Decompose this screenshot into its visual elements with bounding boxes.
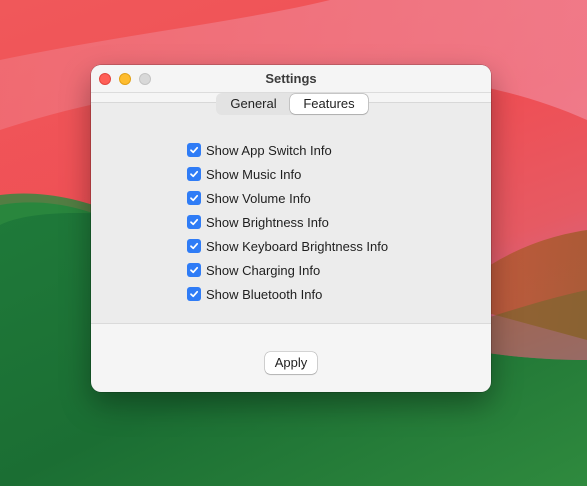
checkbox-checked[interactable] — [187, 167, 201, 181]
option-label: Show Volume Info — [206, 190, 311, 206]
checkmark-icon — [190, 242, 199, 250]
checkmark-icon — [190, 266, 199, 274]
window-titlebar[interactable]: Settings — [91, 65, 491, 93]
apply-button[interactable]: Apply — [265, 352, 317, 374]
option-label: Show Brightness Info — [206, 214, 329, 230]
option-brightness[interactable]: Show Brightness Info — [187, 210, 388, 234]
option-label: Show Keyboard Brightness Info — [206, 238, 389, 254]
checkmark-icon — [190, 290, 199, 298]
checkmark-icon — [190, 194, 199, 202]
checkbox-checked[interactable] — [187, 263, 201, 277]
tab-general[interactable]: General — [217, 94, 290, 114]
checkbox-checked[interactable] — [187, 191, 201, 205]
checkbox-checked[interactable] — [187, 239, 201, 253]
desktop-wallpaper: Settings General Features Show App Switc… — [0, 0, 587, 486]
checkmark-icon — [190, 146, 199, 154]
checkbox-checked[interactable] — [187, 143, 201, 157]
option-volume[interactable]: Show Volume Info — [187, 186, 388, 210]
tab-features[interactable]: Features — [290, 94, 368, 114]
option-music[interactable]: Show Music Info — [187, 162, 388, 186]
settings-window: Settings General Features Show App Switc… — [91, 65, 491, 392]
window-title: Settings — [265, 71, 317, 86]
option-label: Show Music Info — [206, 166, 302, 182]
option-keyboard-brightness[interactable]: Show Keyboard Brightness Info — [187, 234, 388, 258]
checkmark-icon — [190, 170, 199, 178]
option-app-switch[interactable]: Show App Switch Info — [187, 138, 388, 162]
option-bluetooth[interactable]: Show Bluetooth Info — [187, 282, 388, 306]
checkbox-checked[interactable] — [187, 287, 201, 301]
option-label: Show Charging Info — [206, 262, 321, 278]
checkbox-checked[interactable] — [187, 215, 201, 229]
tab-control: General Features — [216, 93, 369, 115]
option-charging[interactable]: Show Charging Info — [187, 258, 388, 282]
options-list: Show App Switch Info Show Music Info Sho… — [187, 138, 388, 306]
option-label: Show App Switch Info — [206, 142, 332, 158]
checkmark-icon — [190, 218, 199, 226]
option-label: Show Bluetooth Info — [206, 286, 323, 302]
